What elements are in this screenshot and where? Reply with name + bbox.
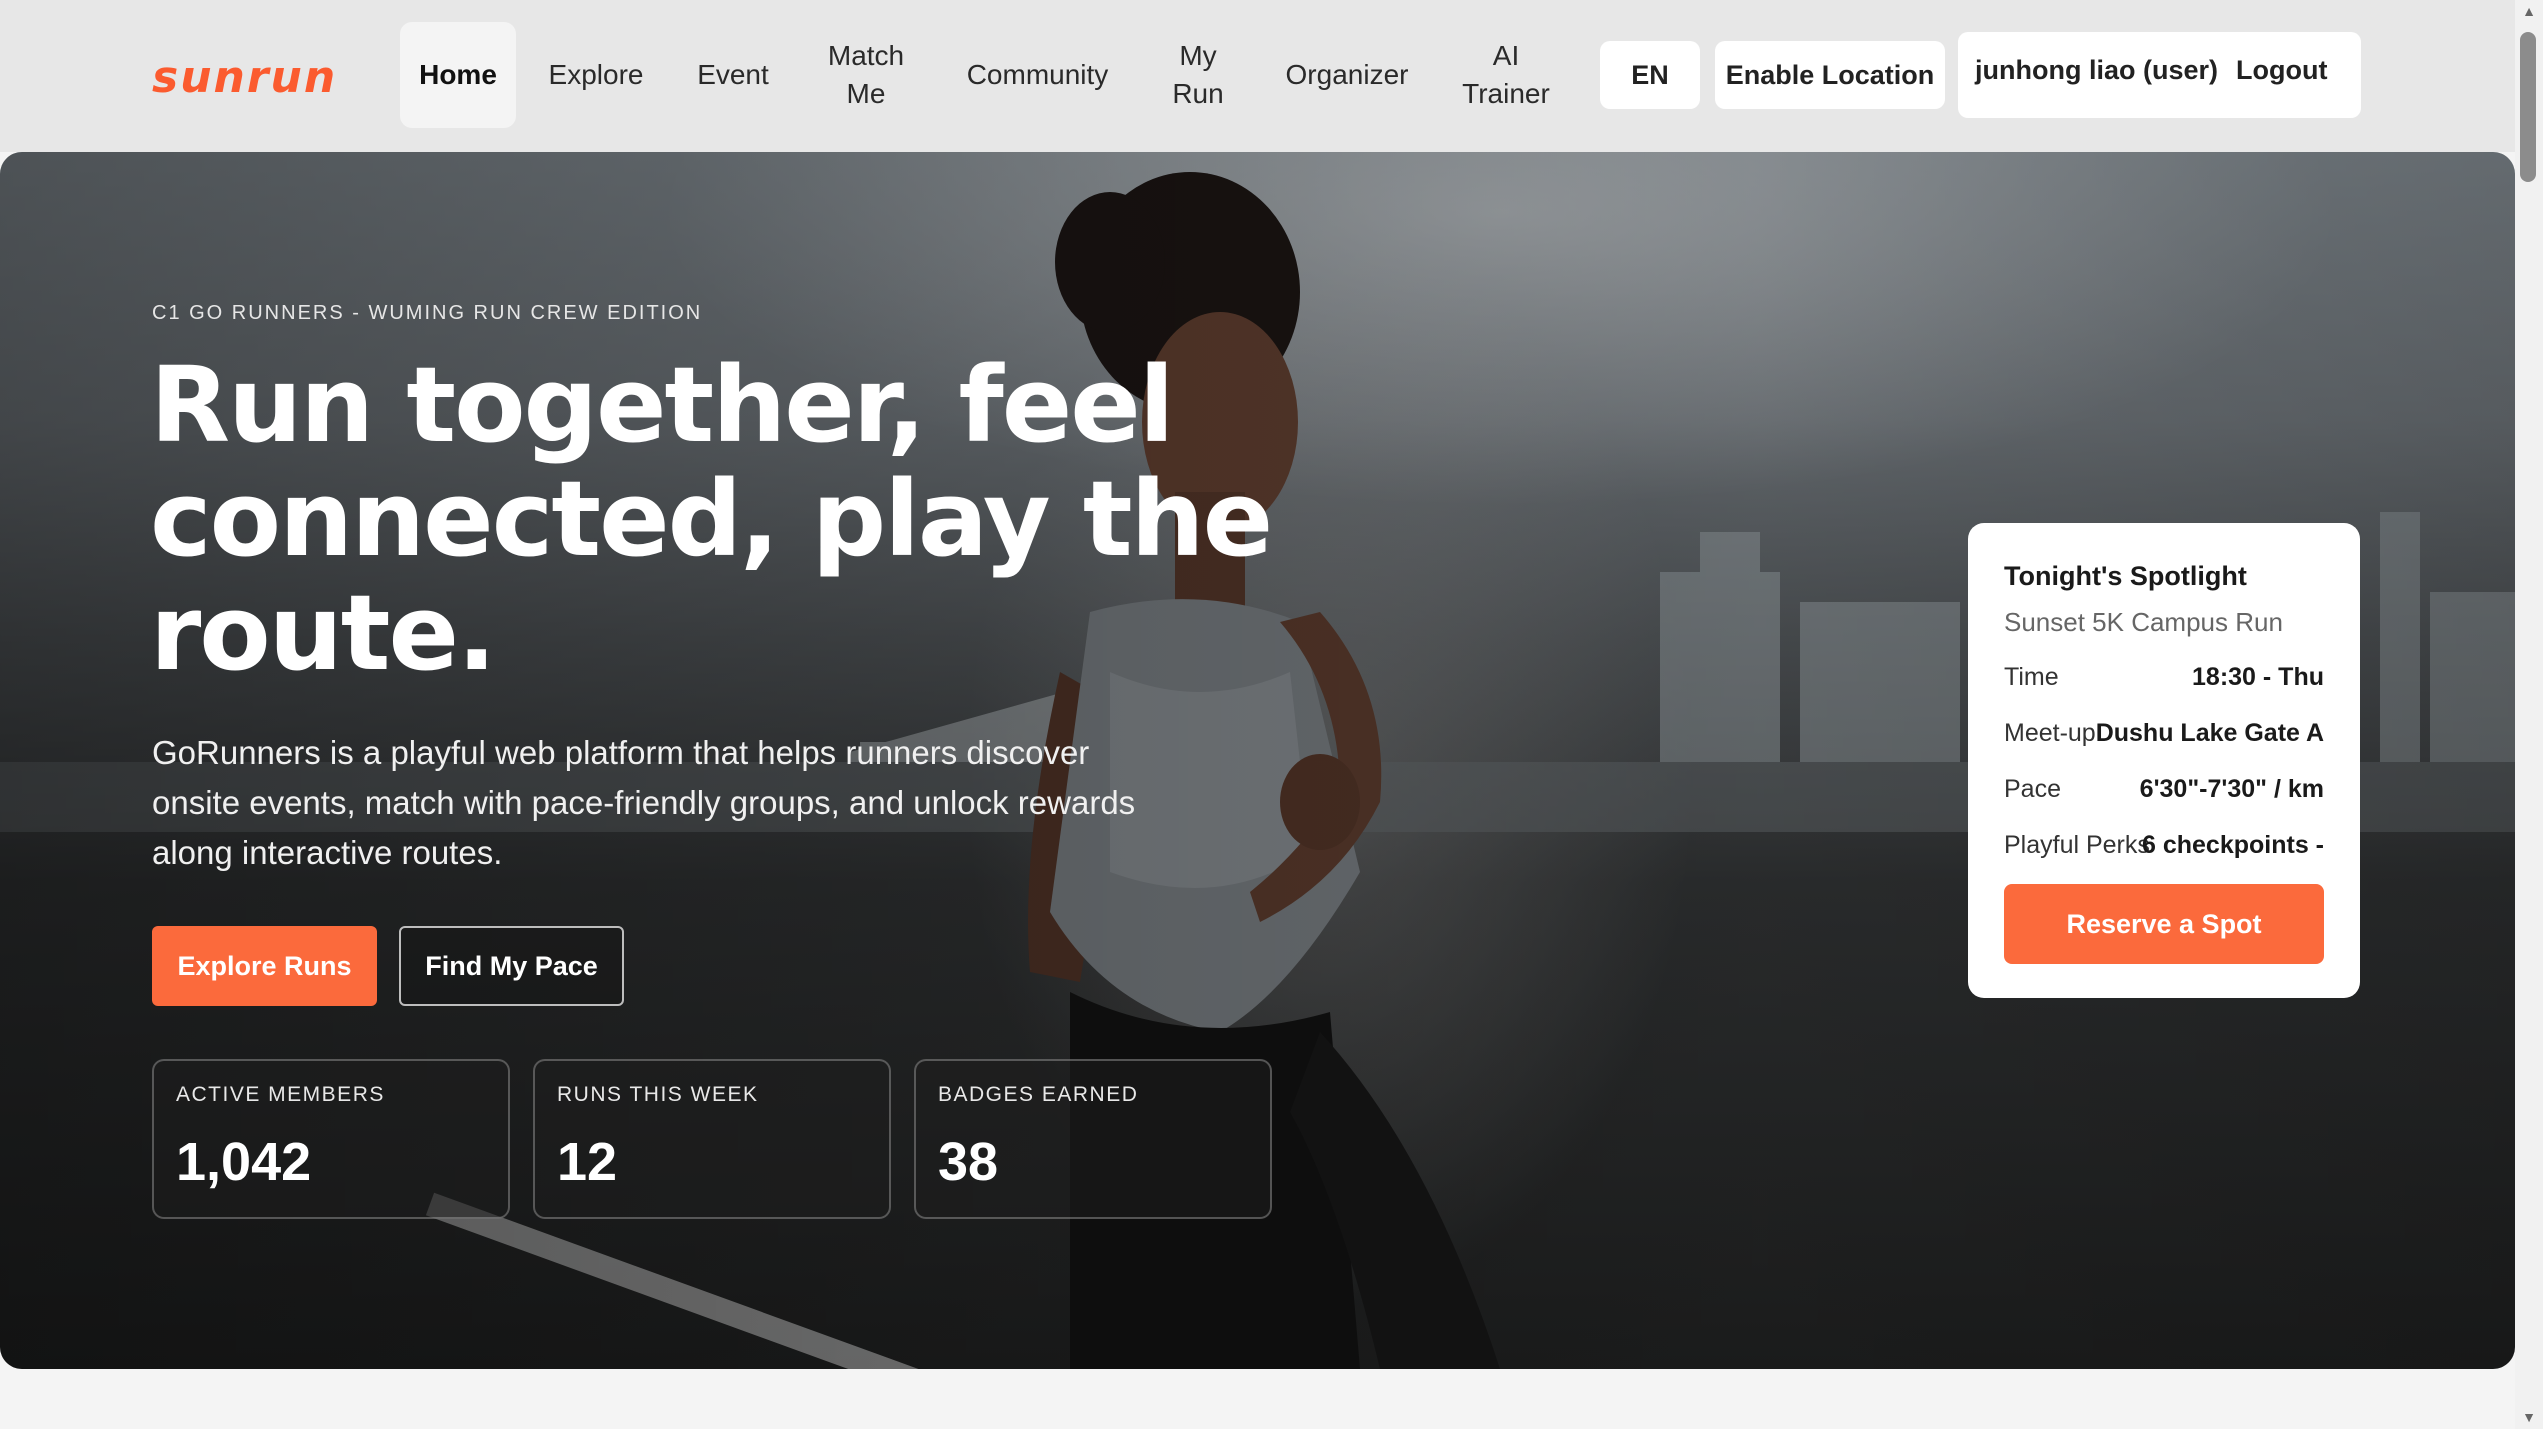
scrollbar-thumb[interactable]	[2520, 32, 2536, 182]
spotlight-perks-value: 6 checkpoints -	[2142, 831, 2324, 859]
logout-button[interactable]: Logout	[2236, 55, 2327, 86]
enable-location-button[interactable]: Enable Location	[1715, 41, 1945, 109]
spotlight-pace-label: Pace	[2004, 775, 2061, 803]
spotlight-pace-value: 6'30"-7'30" / km	[2139, 775, 2324, 803]
spotlight-meetup-label: Meet-up	[2004, 719, 2096, 747]
nav-community[interactable]: Community	[950, 22, 1125, 128]
spotlight-time-value: 18:30 - Thu	[2192, 663, 2324, 691]
spotlight-event-name: Sunset 5K Campus Run	[2004, 607, 2283, 637]
stat-label: ACTIVE MEMBERS	[176, 1083, 385, 1106]
brand-logo[interactable]: sunrun	[152, 52, 337, 103]
hero-headline: Run together, feel connected, play the r…	[150, 344, 1273, 694]
stat-value: 1,042	[176, 1132, 312, 1192]
stat-card-runs-this-week: RUNS THIS WEEK 12	[533, 1059, 891, 1219]
stat-label: BADGES EARNED	[938, 1083, 1139, 1106]
user-name: junhong liao (user)	[1975, 55, 2218, 85]
nav-my-run[interactable]: My Run	[1150, 22, 1246, 128]
nav-event[interactable]: Event	[680, 22, 786, 128]
nav-match-me[interactable]: Match Me	[812, 22, 920, 128]
explore-runs-button[interactable]: Explore Runs	[152, 926, 377, 1006]
scrollbar-track[interactable]	[2515, 0, 2543, 1429]
nav-explore[interactable]: Explore	[534, 22, 658, 128]
stat-value: 12	[557, 1132, 618, 1192]
stat-card-badges-earned: BADGES EARNED 38	[914, 1059, 1272, 1219]
stat-value: 38	[938, 1132, 999, 1192]
spotlight-meetup-value: Dushu Lake Gate A	[2095, 719, 2324, 747]
reserve-spot-button[interactable]: Reserve a Spot	[2004, 884, 2324, 964]
top-navigation: sunrun Home Explore Event Match Me Commu…	[0, 0, 2515, 152]
nav-ai-trainer[interactable]: AI Trainer	[1448, 22, 1564, 128]
find-my-pace-button[interactable]: Find My Pace	[399, 926, 624, 1006]
nav-organizer[interactable]: Organizer	[1272, 22, 1422, 128]
scroll-down-arrow-icon[interactable]: ▼	[2519, 1408, 2539, 1426]
spotlight-title: Tonight's Spotlight	[2004, 561, 2247, 591]
spotlight-time-label: Time	[2004, 663, 2059, 691]
hero-subtext: GoRunners is a playful web platform that…	[152, 734, 1136, 871]
nav-home[interactable]: Home	[400, 22, 516, 128]
stat-card-active-members: ACTIVE MEMBERS 1,042	[152, 1059, 510, 1219]
hero-eyebrow: C1 GO RUNNERS - WUMING RUN CREW EDITION	[152, 302, 703, 324]
scroll-up-arrow-icon[interactable]: ▲	[2519, 2, 2539, 20]
stat-label: RUNS THIS WEEK	[557, 1083, 759, 1106]
spotlight-card: Tonight's Spotlight Sunset 5K Campus Run…	[1968, 523, 2360, 998]
spotlight-perks-label: Playful Perks	[2004, 831, 2150, 859]
language-button[interactable]: EN	[1600, 41, 1700, 109]
